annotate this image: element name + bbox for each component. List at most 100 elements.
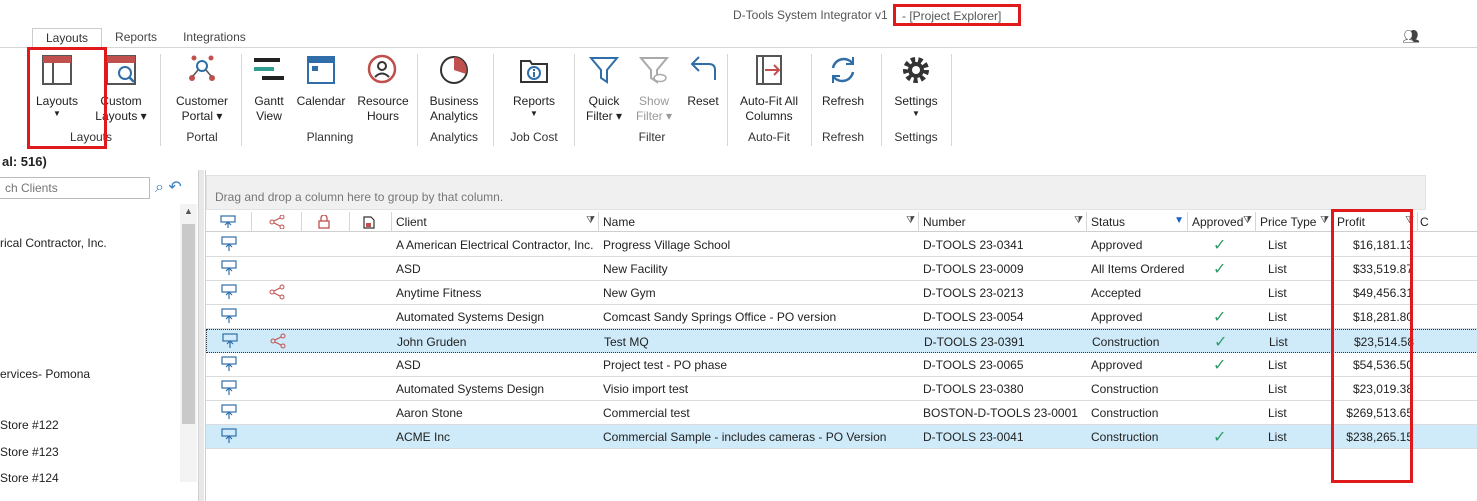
reset-button[interactable]: Reset — [683, 52, 723, 109]
table-row[interactable]: Aaron Stone Commercial test BOSTON-D-TOO… — [206, 401, 1477, 425]
cell-client: Automated Systems Design — [396, 310, 545, 324]
filter-active-icon[interactable]: ▼ — [1174, 215, 1184, 226]
cell-status: Approved — [1091, 310, 1143, 324]
table-row-selected[interactable]: John Gruden Test MQ D-TOOLS 23-0391 Cons… — [206, 329, 1477, 353]
gantt-view-button[interactable]: Gantt View — [249, 52, 289, 124]
tab-integrations[interactable]: Integrations — [170, 28, 259, 48]
cell-number: D-TOOLS 23-0213 — [923, 286, 1024, 300]
business-analytics-button[interactable]: Business Analytics — [425, 52, 483, 124]
ribbon-separator — [951, 54, 952, 146]
group-label-planning: Planning — [306, 130, 354, 144]
upload-icon[interactable] — [221, 260, 237, 276]
check-icon: ✓ — [1213, 429, 1227, 446]
share-icon[interactable] — [269, 284, 285, 300]
cell-client: ACME Inc — [396, 430, 451, 444]
col-header-upload[interactable] — [206, 212, 252, 232]
col-header-approved[interactable]: Approved ⧩ — [1188, 212, 1256, 232]
filter-icon[interactable]: ⧩ — [1074, 215, 1083, 226]
group-label-refresh: Refresh — [821, 130, 865, 144]
business-analytics-label-1: Business — [429, 94, 479, 108]
client-list-item[interactable]: ervices- Pomona — [0, 367, 90, 381]
filter-icon[interactable]: ⧩ — [1243, 215, 1252, 226]
col-header-number[interactable]: Number ⧩ — [919, 212, 1087, 232]
col-header-status[interactable]: Status ▼ — [1087, 212, 1188, 232]
client-list-item[interactable]: Store #124 — [0, 471, 59, 485]
client-list-item[interactable]: rical Contractor, Inc. — [0, 236, 107, 250]
resource-hours-icon — [367, 54, 397, 84]
account-icon[interactable]: 👥︎ — [1402, 28, 1420, 45]
scrollbar-thumb[interactable] — [182, 224, 195, 424]
auto-fit-columns-button[interactable]: Auto-Fit All Columns — [734, 52, 804, 124]
col-header-client[interactable]: Client ⧩ — [392, 212, 599, 232]
col-header-truncated-label: C — [1420, 215, 1429, 229]
settings-button[interactable]: Settings ▼ — [890, 52, 942, 119]
clear-search-icon[interactable]: ↶ — [168, 179, 181, 196]
table-row[interactable]: A American Electrical Contractor, Inc. P… — [206, 233, 1477, 257]
table-row[interactable]: Automated Systems Design Visio import te… — [206, 377, 1477, 401]
cell-price-type: List — [1268, 310, 1287, 324]
check-icon: ✓ — [1214, 334, 1228, 351]
col-header-lock[interactable] — [302, 212, 350, 232]
table-row[interactable]: Automated Systems Design Comcast Sandy S… — [206, 305, 1477, 329]
resource-hours-button[interactable]: Resource Hours — [355, 52, 411, 124]
upload-icon[interactable] — [221, 428, 237, 444]
col-header-truncated[interactable]: C — [1418, 212, 1438, 232]
upload-icon[interactable] — [221, 356, 237, 372]
search-icon[interactable]: ⌕ — [155, 179, 164, 196]
col-header-name[interactable]: Name ⧩ — [599, 212, 919, 232]
custom-layouts-icon — [106, 55, 136, 85]
cell-name: New Facility — [603, 262, 668, 276]
refresh-button[interactable]: Refresh — [817, 52, 869, 109]
table-row-selected[interactable]: ACME Inc Commercial Sample - includes ca… — [206, 425, 1477, 449]
cell-number: BOSTON-D-TOOLS 23-0001 — [923, 406, 1078, 420]
filter-icon[interactable]: ⧩ — [1320, 215, 1329, 226]
tab-layouts[interactable]: Layouts — [32, 28, 103, 48]
gantt-label-2: View — [256, 109, 282, 123]
quick-filter-button[interactable]: Quick Filter ▾ — [581, 52, 627, 124]
calendar-button[interactable]: Calendar — [295, 52, 347, 109]
tab-reports[interactable]: Reports — [102, 28, 170, 48]
client-search-input[interactable] — [0, 177, 150, 199]
client-list-item[interactable]: Store #122 — [0, 418, 59, 432]
upload-icon[interactable] — [222, 333, 238, 349]
col-header-locked-file[interactable] — [350, 212, 392, 232]
customer-portal-button[interactable]: Customer Portal ▾ — [172, 52, 232, 124]
window-subtitle-highlighted: - [Project Explorer] — [893, 4, 1021, 26]
col-header-price-type[interactable]: Price Type ⧩ — [1256, 212, 1333, 232]
upload-icon[interactable] — [221, 404, 237, 420]
customer-portal-label-2: Portal ▾ — [181, 109, 223, 123]
table-row[interactable]: Anytime Fitness New Gym D-TOOLS 23-0213 … — [206, 281, 1477, 305]
cell-name: Commercial test — [603, 406, 690, 420]
cell-number: D-TOOLS 23-0380 — [923, 382, 1024, 396]
col-header-number-label: Number — [923, 215, 966, 229]
group-label-portal: Portal — [186, 130, 218, 144]
panel-splitter[interactable] — [198, 170, 204, 501]
upload-icon[interactable] — [221, 380, 237, 396]
gantt-icon — [254, 58, 284, 80]
table-row[interactable]: ASD New Facility D-TOOLS 23-0009 All Ite… — [206, 257, 1477, 281]
group-by-drop-area[interactable]: Drag and drop a column here to group by … — [206, 175, 1426, 210]
upload-icon[interactable] — [221, 308, 237, 324]
filter-icon[interactable]: ⧩ — [906, 215, 915, 226]
reset-label: Reset — [687, 94, 719, 108]
auto-fit-icon — [756, 55, 782, 85]
reports-button[interactable]: Reports ▼ — [506, 52, 562, 119]
quick-filter-label-2: Filter ▾ — [585, 109, 623, 123]
table-row[interactable]: ASD Project test - PO phase D-TOOLS 23-0… — [206, 353, 1477, 377]
settings-dropdown-arrow: ▼ — [912, 109, 920, 118]
client-list-item[interactable]: Store #123 — [0, 445, 59, 459]
upload-icon[interactable] — [221, 236, 237, 252]
share-icon[interactable] — [270, 333, 286, 349]
cell-client: Anytime Fitness — [396, 286, 482, 300]
upload-icon[interactable] — [221, 284, 237, 300]
client-list-scrollbar[interactable]: ▲ — [180, 204, 197, 482]
col-header-price-type-label: Price Type — [1260, 215, 1317, 229]
reports-label: Reports — [512, 94, 556, 108]
cell-number: D-TOOLS 23-0065 — [923, 358, 1024, 372]
show-filter-button[interactable]: Show Filter ▾ — [632, 52, 676, 124]
filter-icon[interactable]: ⧩ — [586, 215, 595, 226]
window-title: D-Tools System Integrator v1 — [733, 8, 888, 22]
col-header-share[interactable] — [252, 212, 302, 232]
scroll-up-icon[interactable]: ▲ — [184, 206, 193, 216]
profit-column-highlight-box — [1331, 209, 1413, 483]
